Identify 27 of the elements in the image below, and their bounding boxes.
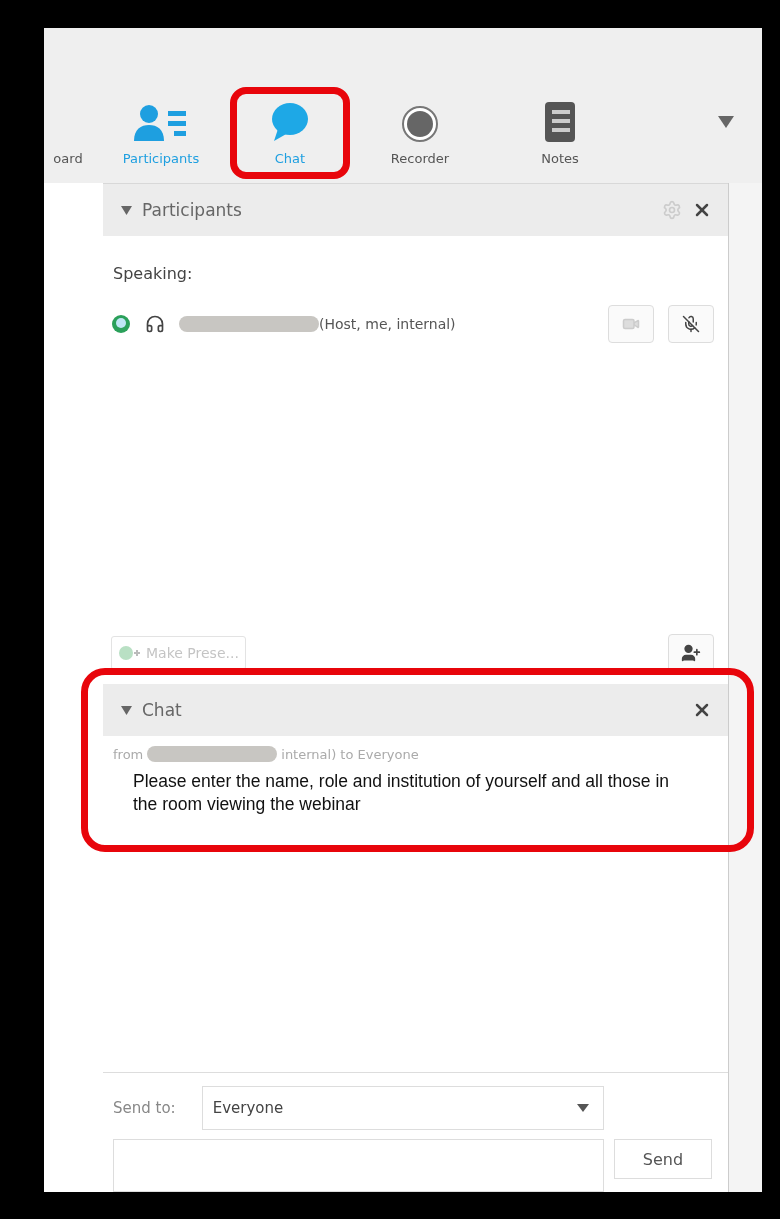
message-input[interactable] (113, 1139, 604, 1192)
status-dot-icon (111, 314, 131, 334)
headset-icon (145, 314, 165, 334)
send-button[interactable]: Send (614, 1139, 712, 1179)
chat-bubble-icon (270, 101, 310, 143)
panel-title: Chat (142, 700, 183, 720)
presenter-plus-icon (118, 645, 142, 661)
add-person-icon (681, 643, 701, 663)
sender-label: from (113, 746, 144, 762)
toolbar-tab[interactable]: Notes (490, 87, 630, 179)
dropdown-caret-icon (577, 1104, 589, 1112)
recipient-dropdown[interactable]: Everyone (201, 1086, 604, 1130)
more-dropdown-icon[interactable] (718, 113, 734, 125)
toolbar-tab[interactable]: Recorder (350, 87, 490, 179)
speaking-label: Speaking: (112, 263, 193, 283)
send-to-label: Send to: (113, 1099, 176, 1117)
collapse-triangle-icon[interactable] (121, 705, 132, 715)
record-icon (401, 105, 439, 143)
toolbar-tab[interactable]: oard (44, 87, 92, 179)
recipient-label: internal) to Everyone (281, 746, 419, 762)
notebook-icon (543, 101, 577, 143)
chat-message: Please enter the name, role and institution of yourself and all those in the room viewing the webinar (132, 770, 671, 816)
collapse-triangle-icon[interactable] (121, 205, 132, 215)
mic-off-icon (682, 315, 700, 333)
participant-name: (Host, me, internal) (319, 316, 457, 332)
mute-button[interactable] (668, 305, 714, 343)
panel-title: Participants (142, 200, 243, 220)
